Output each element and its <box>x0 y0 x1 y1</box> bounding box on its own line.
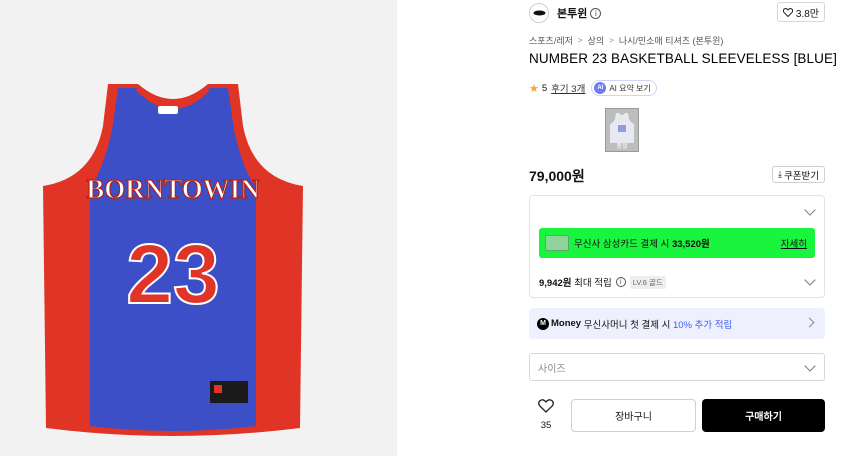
jersey-thumb-icon <box>610 113 634 143</box>
money-banner[interactable]: M Money 무신사머니 첫 결제 시 10% 추가 적립 <box>529 308 825 339</box>
product-info: 본투윈 i 3.8만 스포츠/레저 > 상의 > 나시/민소매 티셔츠 (본투윈… <box>529 0 837 456</box>
money-text: 무신사머니 첫 결제 시 <box>583 319 671 331</box>
level-badge: LV.6 골드 <box>629 275 666 289</box>
rating-value: 5 <box>541 82 548 94</box>
info-icon[interactable]: i <box>590 7 602 19</box>
breadcrumb-item[interactable]: 상의 <box>588 34 605 47</box>
reviews-link[interactable]: 후기 3개 <box>551 81 585 95</box>
info-icon[interactable]: i <box>615 277 626 287</box>
card-price: 33,520원 <box>671 239 710 250</box>
ai-summary-button[interactable]: AI AI 요약 보기 <box>591 80 657 96</box>
benefit-box: 무신사 삼성카드 결제 시 33,520원 자세히 9,942원 최대 적립 i… <box>529 195 825 298</box>
jersey-logo <box>158 106 178 114</box>
size-select[interactable]: 사이즈 <box>529 353 825 381</box>
chevron-right-icon: > <box>577 36 583 45</box>
variant-thumbnail[interactable]: 품절 <box>605 108 639 152</box>
money-highlight: 10% 추가 적립 <box>672 319 733 331</box>
card-discount-text: 무신사 삼성카드 결제 시 33,520원 <box>574 239 710 250</box>
ai-icon: AI <box>594 82 607 94</box>
points-row: 9,942원 최대 적립 i LV.6 골드 <box>539 275 666 289</box>
product-title: NUMBER 23 BASKETBALL SLEEVELESS [BLUE] <box>529 51 837 66</box>
chevron-down-icon[interactable] <box>804 204 816 216</box>
chevron-right-icon: > <box>609 36 614 45</box>
breadcrumb-item[interactable]: 나시/민소매 티셔츠 (본투윈) <box>619 34 724 47</box>
size-placeholder: 사이즈 <box>538 363 566 375</box>
like-count: 3.8만 <box>795 8 819 20</box>
coupon-label: 쿠폰받기 <box>784 170 819 182</box>
jersey-number: 23 <box>126 227 219 321</box>
buy-button[interactable]: 구매하기 <box>702 399 825 432</box>
brand-like-button[interactable]: 3.8만 <box>776 2 825 22</box>
ai-summary-label: AI 요약 보기 <box>609 83 651 93</box>
heart-icon <box>538 399 554 413</box>
breadcrumb-item[interactable]: 스포츠/레저 <box>529 34 573 47</box>
cart-button[interactable]: 장바구니 <box>571 399 696 432</box>
heart-icon <box>782 7 793 17</box>
brand-row: 본투윈 i 3.8만 <box>529 2 825 24</box>
star-icon: ★ <box>529 81 539 95</box>
chevron-down-icon[interactable] <box>804 274 816 286</box>
card-details-link[interactable]: 자세히 <box>781 236 807 250</box>
chevron-down-icon <box>804 360 816 372</box>
chevron-right-icon <box>804 317 815 328</box>
soldout-label: 품절 <box>616 144 628 150</box>
card-image-icon <box>545 235 569 251</box>
wish-count: 35 <box>540 420 552 431</box>
brand-logo-icon[interactable] <box>529 3 549 23</box>
coupon-button[interactable]: ⤓ 쿠폰받기 <box>772 166 825 183</box>
money-icon: M <box>537 317 549 330</box>
brand-name[interactable]: 본투윈 <box>557 5 587 21</box>
breadcrumb: 스포츠/레저 > 상의 > 나시/민소매 티셔츠 (본투윈) <box>529 34 723 47</box>
product-image-panel: BORNTOWIN 23 <box>0 0 397 456</box>
card-discount-banner[interactable]: 무신사 삼성카드 결제 시 33,520원 자세히 <box>539 228 815 258</box>
jersey-brand-text: BORNTOWIN <box>86 174 260 204</box>
points-label: 최대 적립 <box>574 278 612 289</box>
product-image[interactable]: BORNTOWIN 23 <box>38 78 308 440</box>
money-brand: Money <box>551 318 582 329</box>
jersey-image: BORNTOWIN 23 <box>43 84 303 436</box>
price: 79,000원 <box>529 168 585 184</box>
gutter <box>397 0 515 456</box>
wishlist-button[interactable]: 35 <box>529 399 563 433</box>
rating-row: ★ 5 후기 3개 AI AI 요약 보기 <box>529 80 657 96</box>
download-icon: ⤓ <box>778 169 783 180</box>
points-amount: 9,942원 <box>539 278 572 289</box>
